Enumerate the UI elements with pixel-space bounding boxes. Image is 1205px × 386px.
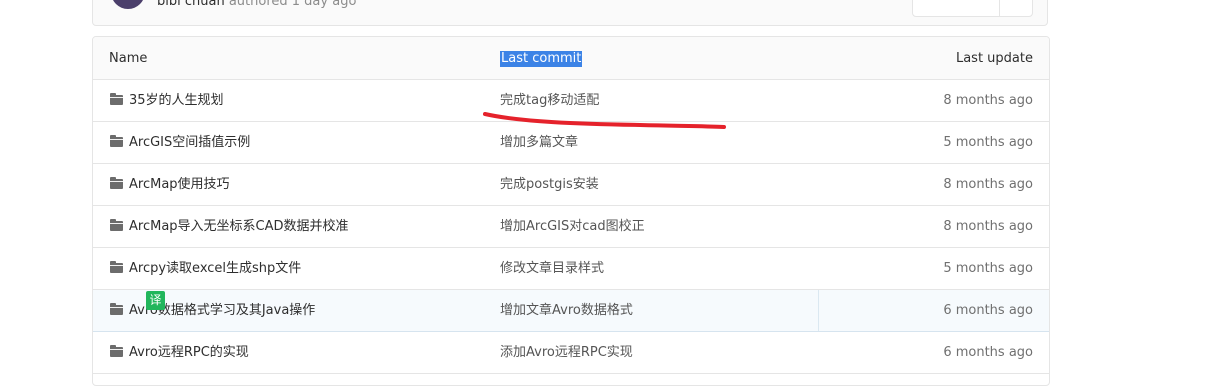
folder-name-link[interactable]: ArcMap导入无坐标系CAD数据并校准 [129,219,349,235]
table-body: 35岁的人生规划 完成tag移动适配 8 months ago ArcGIS空间… [93,80,1049,374]
commit-author[interactable]: bibi chuan [157,0,225,9]
file-tree-table: Name Last commit Last update 35岁的人生规划 完成… [92,36,1050,386]
commit-message-link[interactable]: 完成postgis安装 [500,177,599,193]
table-header: Name Last commit Last update [93,37,1049,80]
folder-name-link[interactable]: Arcpy读取excel生成shp文件 [129,261,301,277]
table-row[interactable]: ArcGIS空间插值示例 增加多篇文章 5 months ago [93,122,1049,164]
commit-message-link[interactable]: 完成tag移动适配 [500,93,599,109]
copy-sha-button[interactable] [999,0,1033,17]
folder-name-link[interactable]: Avro远程RPC的实现 [129,345,249,361]
table-row[interactable]: ArcMap使用技巧 完成postgis安装 8 months ago [93,164,1049,206]
last-update-time: 8 months ago [943,219,1033,234]
folder-icon [110,261,123,273]
folder-name-link[interactable]: 35岁的人生规划 [129,93,224,109]
table-row[interactable]: Avro远程RPC的实现 添加Avro远程RPC实现 6 months ago [93,332,1049,374]
commit-message-link[interactable]: 增加文章Avro数据格式 [500,303,633,319]
commit-message-link[interactable]: 增加ArcGIS对cad图校正 [500,219,645,235]
commit-message-link[interactable]: 添加Avro远程RPC实现 [500,345,633,361]
commit-authored-time: authored 1 day ago [228,0,357,9]
commit-message-link[interactable]: 增加多篇文章 [500,135,578,151]
folder-icon [110,345,123,357]
folder-name-link[interactable]: ArcGIS空间插值示例 [129,135,250,151]
folder-icon [110,93,123,105]
folder-icon [110,135,123,147]
column-divider [818,290,819,331]
last-update-time: 5 months ago [943,135,1033,150]
folder-icon [110,219,123,231]
column-header-name: Name [109,51,148,66]
folder-icon [110,303,123,315]
last-update-time: 6 months ago [943,345,1033,360]
translate-badge[interactable]: 译 [146,291,165,310]
last-update-time: 6 months ago [943,303,1033,318]
table-row[interactable]: Arcpy读取excel生成shp文件 修改文章目录样式 5 months ag… [93,248,1049,290]
table-row[interactable]: ArcMap导入无坐标系CAD数据并校准 增加ArcGIS对cad图校正 8 m… [93,206,1049,248]
last-update-time: 8 months ago [943,177,1033,192]
commit-sha-button[interactable] [912,0,1000,17]
folder-name-link[interactable]: ArcMap使用技巧 [129,177,230,193]
folder-icon [110,177,123,189]
avatar[interactable] [111,0,145,9]
table-row[interactable]: 35岁的人生规划 完成tag移动适配 8 months ago [93,80,1049,122]
column-header-last-commit: Last commit [500,51,583,67]
last-update-time: 8 months ago [943,93,1033,108]
commit-message-link[interactable]: 修改文章目录样式 [500,261,604,277]
last-update-time: 5 months ago [943,261,1033,276]
commit-panel: bibi chuan authored 1 day ago [92,0,1048,26]
table-row[interactable]: Avro数据格式学习及其Java操作 增加文章Avro数据格式 6 months… [93,290,1049,332]
column-header-last-update: Last update [955,51,1033,66]
commit-info: bibi chuan authored 1 day ago [157,0,356,10]
